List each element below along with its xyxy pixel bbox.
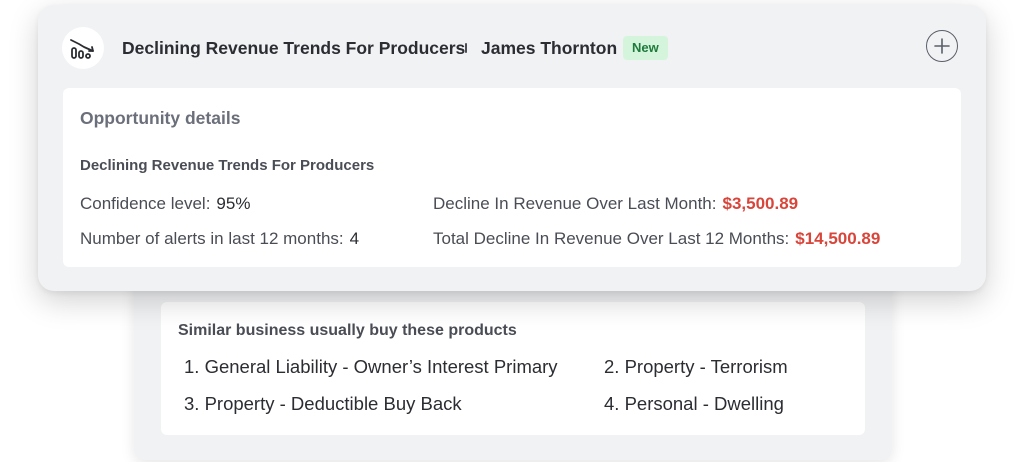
stage: Similar business usually buy these produ… [0, 0, 1024, 462]
decline-month-value: $3,500.89 [722, 194, 799, 213]
opportunity-title: Declining Revenue Trends For Producers [122, 38, 466, 58]
decline-month-label: Decline In Revenue Over Last Month: [433, 194, 717, 213]
decline-month-row: Decline In Revenue Over Last Month: $3,50… [433, 194, 798, 214]
product-item: 1. General Liability - Owner’s Interest … [184, 356, 558, 377]
plus-icon [934, 38, 950, 54]
confidence-row: Confidence level: 95% [80, 194, 250, 214]
header-divider [465, 43, 467, 53]
declining-bars-icon [70, 39, 94, 59]
product-item: 4. Personal - Dwelling [604, 393, 784, 414]
alerts-value: 4 [349, 229, 360, 248]
details-subtitle: Declining Revenue Trends For Producers [80, 157, 375, 174]
decline-year-row: Total Decline In Revenue Over Last 12 Mo… [433, 229, 880, 249]
contact-name[interactable]: James Thornton [481, 38, 617, 59]
similar-products-panel: Similar business usually buy these produ… [161, 302, 865, 435]
confidence-value: 95% [216, 194, 251, 213]
decline-year-label: Total Decline In Revenue Over Last 12 Mo… [433, 229, 790, 248]
similar-products-title: Similar business usually buy these produ… [178, 322, 517, 339]
confidence-label: Confidence level: [80, 194, 211, 213]
product-item: 3. Property - Deductible Buy Back [184, 393, 462, 414]
opportunity-details-panel: Opportunity details Declining Revenue Tr… [63, 88, 961, 267]
product-item: 2. Property - Terrorism [604, 356, 788, 377]
opportunity-card: Declining Revenue Trends For Producers J… [38, 5, 986, 291]
decline-year-value: $14,500.89 [795, 229, 881, 248]
logo-avatar [62, 27, 104, 69]
status-badge: New [623, 36, 668, 60]
alerts-row: Number of alerts in last 12 months: 4 [80, 229, 359, 249]
details-heading: Opportunity details [80, 108, 241, 128]
add-button[interactable] [926, 30, 958, 62]
alerts-label: Number of alerts in last 12 months: [80, 229, 344, 248]
